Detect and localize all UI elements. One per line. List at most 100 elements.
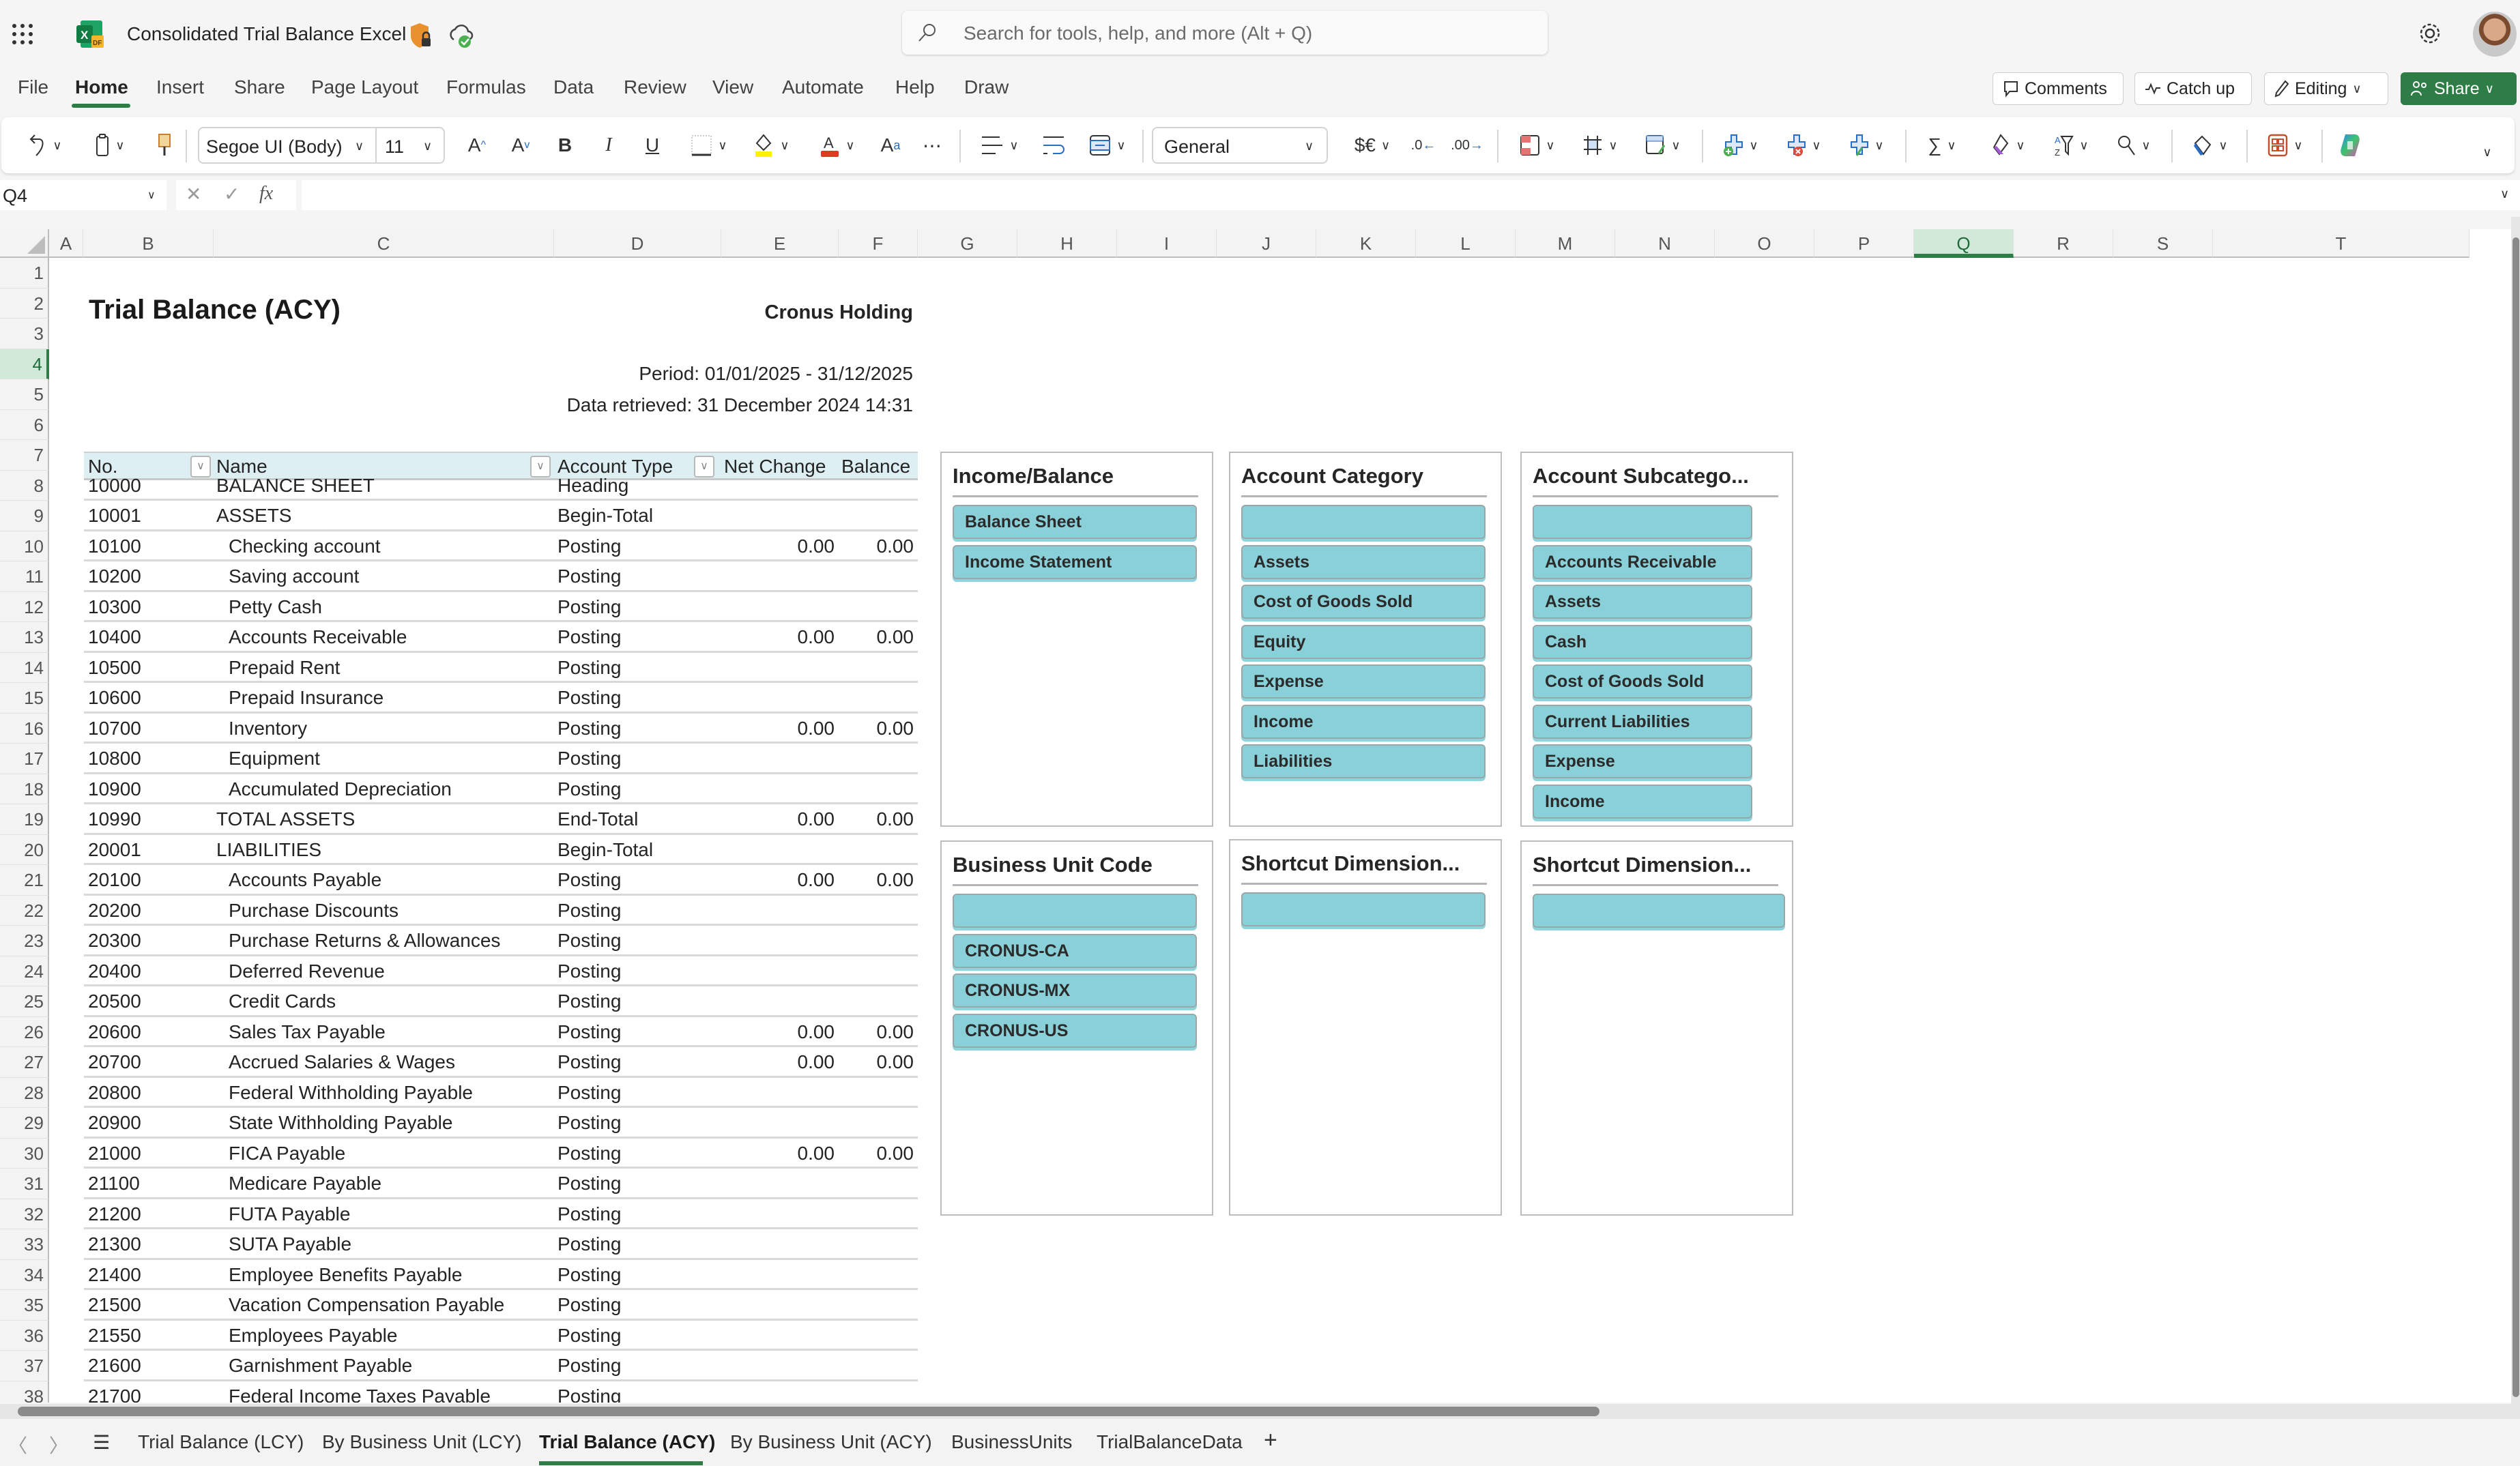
row-header-9[interactable]: 9	[0, 501, 49, 531]
user-avatar[interactable]	[2473, 12, 2517, 57]
sheet-tab-trial-balance-acy[interactable]: Trial Balance (ACY)	[539, 1431, 715, 1453]
slicer-item[interactable]: Accounts Receivable	[1533, 544, 1752, 579]
row-header-22[interactable]: 22	[0, 895, 49, 926]
row-header-5[interactable]: 5	[0, 379, 49, 410]
table-row[interactable]: 21500 Vacation Compensation Payable Postin…	[84, 1290, 918, 1321]
copilot-button[interactable]	[2336, 131, 2364, 160]
row-header-36[interactable]: 36	[0, 1320, 49, 1351]
table-row[interactable]: 10500 Prepaid Rent Posting	[84, 653, 918, 683]
accounting-format-button[interactable]: $€ ∨	[1348, 131, 1396, 160]
table-row[interactable]: 21400 Employee Benefits Payable Posting	[84, 1260, 918, 1290]
underline-button[interactable]: U	[640, 131, 665, 160]
column-header-o[interactable]: O	[1715, 229, 1814, 258]
column-header-r[interactable]: R	[2014, 229, 2113, 258]
number-format-dropdown[interactable]: General ∨	[1152, 127, 1328, 164]
table-row[interactable]: 20600 Sales Tax Payable Posting 0.00 0.00	[84, 1017, 918, 1047]
sort-filter-button[interactable]: A Z ∨	[2047, 131, 2095, 160]
sheet-tab-by-business-unit-acy[interactable]: By Business Unit (ACY)	[730, 1431, 932, 1453]
table-row[interactable]: 21600 Garnishment Payable Posting	[84, 1351, 918, 1381]
table-row[interactable]: 20700 Accrued Salaries & Wages Posting 0.00…	[84, 1047, 918, 1078]
slicer-item[interactable]: Equity	[1241, 624, 1486, 659]
add-sheet-button[interactable]: +	[1264, 1427, 1277, 1454]
slicer-item[interactable]: Income	[1241, 704, 1486, 739]
fill-color-button[interactable]: ∨	[748, 131, 796, 160]
row-header-27[interactable]: 27	[0, 1047, 49, 1078]
slicer-item[interactable]: CRONUS-US	[953, 1013, 1197, 1048]
decrease-decimal-button[interactable]: .0 ←	[1408, 131, 1438, 160]
italic-button[interactable]: I	[596, 131, 621, 160]
slicer-shortcut-dimension[interactable]: Shortcut Dimension...	[1520, 840, 1793, 1216]
table-row[interactable]: 20400 Deferred Revenue Posting	[84, 956, 918, 986]
worksheet-grid[interactable]: ABCDEFGHIJKLMNOPQRST 1 2 3 4 5 6 7 8 9 10 11 12 13 14…	[0, 229, 2520, 1403]
increase-decimal-button[interactable]: .00 →	[1451, 131, 1483, 160]
catch-up-button[interactable]: Catch up	[2134, 72, 2252, 105]
row-header-33[interactable]: 33	[0, 1229, 49, 1260]
column-header-p[interactable]: P	[1814, 229, 1914, 258]
slicer-item[interactable]	[1241, 892, 1486, 926]
table-row[interactable]: 10800 Equipment Posting	[84, 744, 918, 774]
slicer-item[interactable]: Cash	[1533, 624, 1752, 659]
row-header-38[interactable]: 38	[0, 1381, 49, 1403]
sensitivity-button[interactable]: ∨	[2186, 131, 2234, 160]
slicer-account-category[interactable]: Account Category Assets Cost of Goods Sold…	[1229, 452, 1502, 827]
column-header-q[interactable]: Q	[1914, 229, 2014, 258]
slicer-item[interactable]: Liabilities	[1241, 744, 1486, 778]
row-header-35[interactable]: 35	[0, 1290, 49, 1321]
row-header-7[interactable]: 7	[0, 440, 49, 471]
row-header-20[interactable]: 20	[0, 834, 49, 865]
cancel-icon[interactable]: ✕	[186, 183, 201, 205]
slicer-income-balance[interactable]: Income/Balance Balance Sheet Income Statem…	[940, 452, 1213, 827]
row-header-12[interactable]: 12	[0, 591, 49, 622]
tab-automate[interactable]: Automate	[782, 76, 864, 98]
clear-button[interactable]: ∨	[1984, 131, 2032, 160]
slicer-item[interactable]: CRONUS-CA	[953, 933, 1197, 968]
insert-function-icon[interactable]: fx	[259, 183, 273, 205]
slicer-item[interactable]: Expense	[1241, 664, 1486, 699]
autosum-button[interactable]: ∑ ∨	[1922, 131, 1963, 160]
font-name-dropdown[interactable]: Segoe UI (Body) ∨ 11 ∨	[198, 127, 445, 164]
slicer-item[interactable]: Assets	[1533, 585, 1752, 619]
bold-button[interactable]: B	[553, 131, 577, 160]
row-header-11[interactable]: 11	[0, 561, 49, 592]
table-row[interactable]: 21700 Federal Income Taxes Payable Posting	[84, 1381, 918, 1403]
column-header-k[interactable]: K	[1316, 229, 1416, 258]
format-cells-button[interactable]: ∨	[1842, 131, 1890, 160]
format-as-table-button[interactable]: ∨	[1576, 131, 1624, 160]
tab-formulas[interactable]: Formulas	[446, 76, 526, 98]
borders-button[interactable]: ∨	[685, 131, 733, 160]
column-header-s[interactable]: S	[2113, 229, 2213, 258]
text-effects-button[interactable]: Aa	[876, 131, 905, 160]
table-row[interactable]: 21100 Medicare Payable Posting	[84, 1169, 918, 1199]
column-header-e[interactable]: E	[721, 229, 839, 258]
prev-sheet-icon[interactable]: 〈	[8, 1431, 27, 1458]
row-header-19[interactable]: 19	[0, 804, 49, 835]
column-header-i[interactable]: I	[1117, 229, 1217, 258]
row-header-8[interactable]: 8	[0, 470, 49, 501]
row-header-13[interactable]: 13	[0, 622, 49, 653]
undo-button[interactable]: ∨	[22, 131, 70, 160]
column-header-d[interactable]: D	[554, 229, 721, 258]
table-row[interactable]: 10400 Accounts Receivable Posting 0.00 0.00	[84, 622, 918, 653]
insert-cells-button[interactable]: ∨	[1717, 131, 1765, 160]
slicer-item[interactable]: Cost of Goods Sold	[1241, 585, 1486, 619]
tab-review[interactable]: Review	[624, 76, 686, 98]
row-header-15[interactable]: 15	[0, 683, 49, 714]
table-row[interactable]: 20900 State Withholding Payable Posting	[84, 1108, 918, 1139]
column-header-c[interactable]: C	[214, 229, 554, 258]
row-header-28[interactable]: 28	[0, 1077, 49, 1108]
table-row[interactable]: 21200 FUTA Payable Posting	[84, 1199, 918, 1229]
tab-draw[interactable]: Draw	[964, 76, 1009, 98]
next-sheet-icon[interactable]: 〉	[49, 1431, 68, 1458]
merge-center-button[interactable]: ∨	[1084, 131, 1131, 160]
tab-view[interactable]: View	[712, 76, 753, 98]
column-header-g[interactable]: G	[918, 229, 1017, 258]
slicer-item[interactable]: Cost of Goods Sold	[1533, 664, 1752, 699]
slicer-item[interactable]: Income Statement	[953, 544, 1197, 579]
add-ins-button[interactable]: ∨	[2261, 131, 2309, 160]
tab-help[interactable]: Help	[895, 76, 935, 98]
name-box[interactable]: Q4 ∨	[0, 180, 166, 210]
table-row[interactable]: 20500 Credit Cards Posting	[84, 986, 918, 1017]
table-row[interactable]: 20200 Purchase Discounts Posting	[84, 896, 918, 926]
table-row[interactable]: 10700 Inventory Posting 0.00 0.00	[84, 714, 918, 744]
sheet-tab-trial-balance-lcy[interactable]: Trial Balance (LCY)	[138, 1431, 304, 1453]
